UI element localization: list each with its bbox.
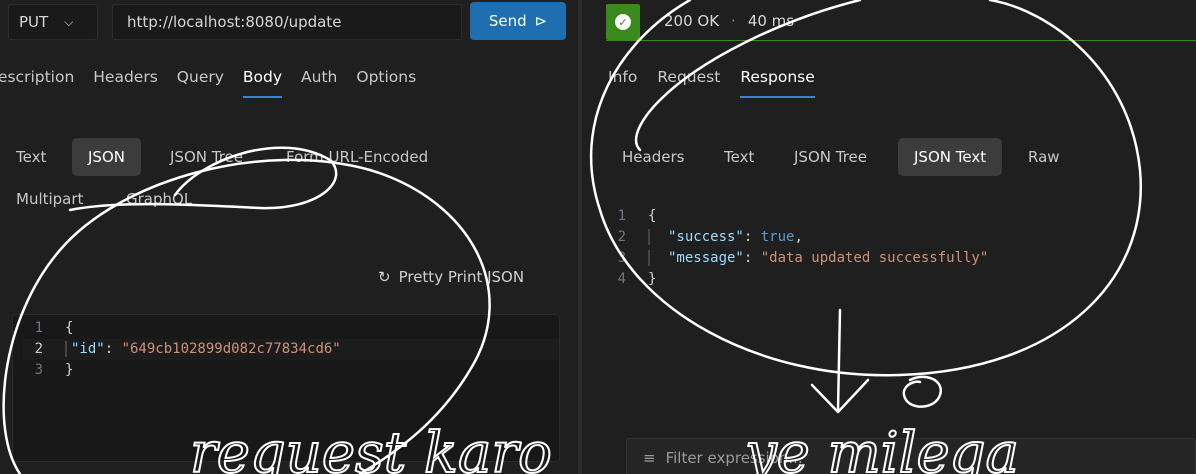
filter-placeholder: Filter expression...: [665, 449, 803, 467]
pretty-print-label: Pretty Print JSON: [398, 268, 525, 286]
code-line: 1{: [617, 208, 657, 224]
pretty-print-button[interactable]: ↻ Pretty Print JSON: [378, 268, 524, 286]
request-body-editor[interactable]: 1{ 2 "id": "649cb102899d082c77834cd6" 3}: [12, 314, 560, 462]
body-type-multipart[interactable]: Multipart: [16, 180, 83, 218]
filter-input[interactable]: ≡ Filter expression...: [626, 438, 1196, 474]
tab-body[interactable]: Body: [242, 68, 283, 98]
view-json-text[interactable]: JSON Text: [898, 138, 1003, 176]
code-line: 3 "message": "data updated successfully": [617, 250, 989, 266]
view-headers[interactable]: Headers: [622, 138, 684, 176]
method-select[interactable]: PUT ⌵: [8, 4, 98, 40]
status-separator: ·: [731, 12, 736, 30]
send-button[interactable]: Send ⊳: [470, 2, 566, 40]
body-type-json[interactable]: JSON: [72, 138, 141, 176]
tab-info[interactable]: Info: [608, 68, 637, 86]
filter-icon: ≡: [643, 449, 656, 467]
tab-query[interactable]: Query: [177, 68, 224, 86]
request-tabs: Description Headers Query Body Auth Opti…: [0, 68, 435, 98]
status-summary: 200 OK · 40 ms: [664, 12, 794, 30]
status-code: 200 OK: [664, 12, 720, 30]
url-value: http://localhost:8080/update: [127, 13, 342, 31]
tab-response[interactable]: Response: [740, 68, 816, 98]
response-time: 40 ms: [747, 12, 795, 30]
status-underline: [606, 40, 1196, 41]
body-type-text[interactable]: Text: [16, 138, 46, 176]
body-type-graphql[interactable]: GraphQL: [126, 180, 192, 218]
method-label: PUT: [19, 13, 49, 31]
code-line: 2 "id": "649cb102899d082c77834cd6": [23, 339, 559, 360]
request-panel: PUT ⌵ http://localhost:8080/update Send …: [0, 0, 578, 474]
code-line: 3}: [34, 362, 74, 378]
body-type-json-tree[interactable]: JSON Tree: [170, 138, 243, 176]
refresh-icon: ↻: [378, 268, 391, 286]
response-panel: ✓ 200 OK · 40 ms Info Request Response H…: [582, 0, 1196, 474]
view-text[interactable]: Text: [724, 138, 754, 176]
tab-auth[interactable]: Auth: [301, 68, 337, 86]
code-line: 2 "success": true,: [617, 229, 803, 245]
send-label: Send: [488, 12, 527, 30]
tab-headers[interactable]: Headers: [93, 68, 158, 86]
code-line: 1{: [34, 320, 74, 336]
send-icon: ⊳: [534, 12, 548, 30]
tab-request[interactable]: Request: [657, 68, 720, 86]
response-body-viewer: 1{ 2 "success": true, 3 "message": "data u…: [612, 206, 1172, 290]
status-indicator: ✓: [606, 4, 640, 40]
tab-description[interactable]: Description: [0, 68, 74, 86]
url-input[interactable]: http://localhost:8080/update: [112, 4, 462, 40]
check-icon: ✓: [615, 14, 631, 30]
tab-options[interactable]: Options: [356, 68, 416, 86]
chevron-down-icon: ⌵: [64, 14, 74, 29]
view-json-tree[interactable]: JSON Tree: [794, 138, 867, 176]
view-raw[interactable]: Raw: [1028, 138, 1060, 176]
body-type-form-url-encoded[interactable]: Form URL-Encoded: [286, 138, 428, 176]
code-line: 4}: [617, 271, 657, 287]
response-tabs: Info Request Response: [608, 68, 835, 98]
